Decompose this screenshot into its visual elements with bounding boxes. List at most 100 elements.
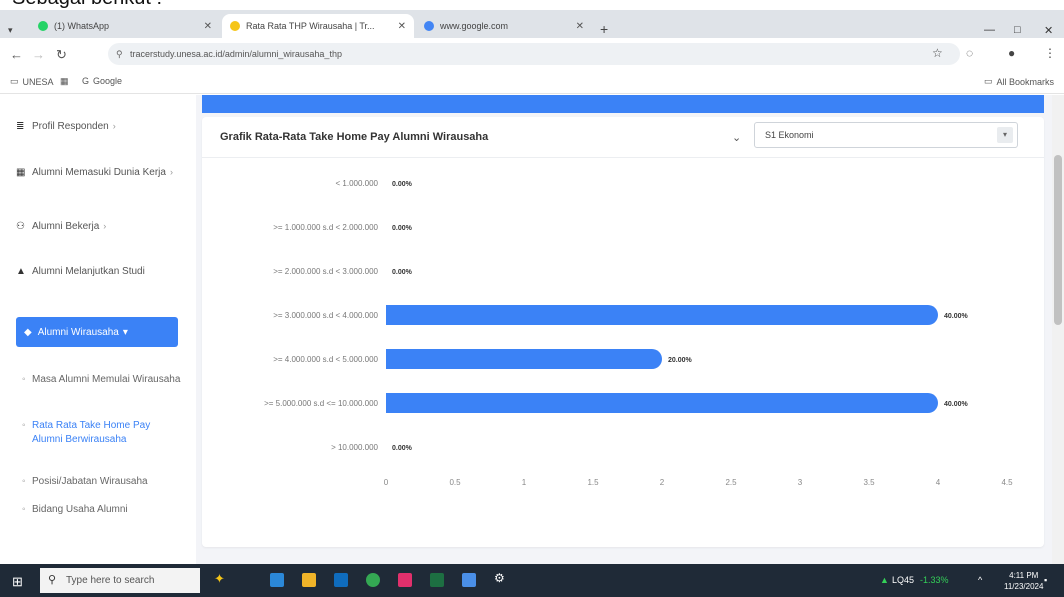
minimize-icon[interactable]: — <box>984 24 995 36</box>
extensions-icon[interactable]: ◌ <box>966 46 973 60</box>
scrollbar-thumb[interactable] <box>1054 155 1062 325</box>
tab-rata-rata-thp[interactable]: Rata Rata THP Wirausaha | Tr... ✕ <box>222 14 414 38</box>
chart-card: Grafik Rata-Rata Take Home Pay Alumni Wi… <box>202 117 1044 547</box>
star-icon[interactable]: ☆ <box>932 46 943 60</box>
tab-label: www.google.com <box>440 21 509 31</box>
reload-icon[interactable]: ↻ <box>56 47 67 63</box>
copilot-icon[interactable]: ✦ <box>214 571 228 586</box>
tab-label: Rata Rata THP Wirausaha | Tr... <box>246 21 375 31</box>
menu-icon[interactable]: ⋮ <box>1044 46 1056 60</box>
bar-base <box>386 393 406 413</box>
settings-icon[interactable]: ⚙ <box>494 571 508 585</box>
google-icon: G <box>82 76 90 86</box>
x-tick-label: 1.5 <box>587 478 599 487</box>
program-select[interactable]: S1 Ekonomi ▾ <box>754 122 1018 148</box>
subitem-label: Posisi/Jabatan Wirausaha <box>32 476 148 487</box>
chrome-icon[interactable] <box>366 573 380 587</box>
all-bookmarks[interactable]: ▭ All Bookmarks <box>984 76 1054 87</box>
caption-text: Sebagai berikut : <box>12 0 162 10</box>
stock-change: -1.33% <box>920 575 949 585</box>
sidebar-item-profil-responden[interactable]: ≣ Profil Responden › <box>16 119 182 134</box>
forward-icon[interactable]: → <box>32 47 45 62</box>
new-tab-icon[interactable]: + <box>600 21 608 37</box>
bar <box>386 305 938 325</box>
sidebar-subitem-bidang-usaha[interactable]: ◦ Bidang Usaha Alumni <box>22 503 182 517</box>
bar <box>386 349 662 369</box>
window-close-icon[interactable]: ✕ <box>1044 24 1053 37</box>
page-scrollbar[interactable] <box>1052 95 1064 564</box>
caption: Sebagai berikut : <box>0 0 1064 10</box>
sidebar-item-alumni-bekerja[interactable]: ⚇ Alumni Bekerja › <box>16 219 182 234</box>
excel-icon[interactable] <box>430 573 444 587</box>
chevron-down-icon[interactable]: ⌄ <box>732 131 741 144</box>
app-icon[interactable] <box>462 573 476 587</box>
sidebar-subitem-masa-alumni[interactable]: ◦ Masa Alumni Memulai Wirausaha <box>22 373 182 387</box>
category-label: >= 2.000.000 s.d < 3.000.000 <box>273 267 378 276</box>
close-icon[interactable]: ✕ <box>398 21 406 32</box>
file-explorer-icon[interactable] <box>302 573 316 587</box>
address-row: ← → ↻ ⚲ tracerstudy.unesa.ac.id/admin/al… <box>0 38 1064 70</box>
x-tick-label: 0.5 <box>449 478 461 487</box>
bookmark-unesa[interactable]: ▭ UNESA <box>10 76 54 87</box>
address-bar[interactable]: ⚲ tracerstudy.unesa.ac.id/admin/alumni_w… <box>108 43 960 65</box>
bookmark-google[interactable]: G Google <box>82 76 122 86</box>
chevron-right-icon: › <box>169 167 173 177</box>
horizontal-bar-chart: < 1.000.000 0.00% >= 1.000.000 s.d < 2.000… <box>264 179 1013 487</box>
bar-base <box>386 305 406 325</box>
sidebar-item-alumni-wirausaha[interactable]: ◆ Alumni Wirausaha ▾ <box>16 317 178 347</box>
sidebar-subitem-rata-rata-thp[interactable]: ◦ Rata Rata Take Home Pay Alumni Berwirau… <box>22 419 182 447</box>
bullet-icon: ◦ <box>22 476 26 487</box>
tab-whatsapp[interactable]: (1) WhatsApp ✕ <box>30 14 220 38</box>
edge-icon[interactable] <box>270 573 284 587</box>
search-placeholder: Type here to search <box>66 575 155 586</box>
sidebar-item-label: Profil Responden <box>32 121 109 132</box>
app-icon[interactable] <box>398 573 412 587</box>
profile-icon[interactable]: ● <box>1008 46 1015 60</box>
category-label: >= 4.000.000 s.d < 5.000.000 <box>273 355 378 364</box>
chevron-right-icon: › <box>112 121 116 131</box>
category-label: < 1.000.000 <box>336 179 379 188</box>
people-icon: ⚇ <box>16 221 25 232</box>
divider <box>202 157 1044 158</box>
taskbar-search[interactable]: ⚲ Type here to search <box>40 568 200 593</box>
bookmark-label: Google <box>93 76 123 86</box>
notification-icon[interactable]: ▪ <box>1044 575 1047 585</box>
bookmark-label: All Bookmarks <box>996 76 1055 87</box>
sidebar-item-label: Alumni Memasuki Dunia Kerja <box>32 167 166 178</box>
subitem-label: Masa Alumni Memulai Wirausaha <box>32 374 181 385</box>
apps-icon[interactable]: ▦ <box>60 76 69 87</box>
windows-start-icon[interactable]: ⊞ <box>12 574 23 590</box>
chevron-up-icon[interactable]: ^ <box>978 575 982 585</box>
x-tick-label: 3.5 <box>863 478 875 487</box>
taskbar-clock[interactable]: 4:11 PM 11/23/2024 <box>1004 570 1043 592</box>
sidebar-item-alumni-melanjutkan-studi[interactable]: ▲ Alumni Melanjutkan Studi <box>16 265 182 279</box>
back-icon[interactable]: ← <box>10 47 23 62</box>
bar-base <box>386 349 406 369</box>
maximize-icon[interactable]: □ <box>1014 24 1021 36</box>
sidebar-item-label: Alumni Wirausaha <box>37 326 119 338</box>
chevron-down-icon: ▾ <box>997 127 1013 143</box>
store-icon[interactable] <box>334 573 348 587</box>
card-title: Grafik Rata-Rata Take Home Pay Alumni Wi… <box>220 131 489 143</box>
stock-icon: ▲ <box>880 575 889 585</box>
page: ≣ Profil Responden › ▦ Alumni Memasuki Duni… <box>0 95 1064 564</box>
category-label: >= 3.000.000 s.d < 4.000.000 <box>273 311 378 320</box>
close-icon[interactable]: ✕ <box>204 21 212 32</box>
category-label: >= 5.000.000 s.d <= 10.000.000 <box>264 399 378 408</box>
tab-search-icon[interactable]: ▾ <box>8 25 13 36</box>
data-label: 0.00% <box>392 225 413 232</box>
close-icon[interactable]: ✕ <box>576 21 584 32</box>
url-text: tracerstudy.unesa.ac.id/admin/alumni_wir… <box>130 49 342 59</box>
bookmark-label: UNESA <box>22 76 54 87</box>
graduation-cap-icon: ▲ <box>16 266 26 277</box>
subitem-label: Bidang Usaha Alumni <box>32 504 128 515</box>
stock-label[interactable]: LQ45 <box>892 575 914 585</box>
sidebar-subitem-posisi-jabatan[interactable]: ◦ Posisi/Jabatan Wirausaha <box>22 475 182 489</box>
x-tick-label: 1 <box>522 478 527 487</box>
sidebar-item-alumni-memasuki-dunia-kerja[interactable]: ▦ Alumni Memasuki Dunia Kerja › <box>16 165 182 180</box>
x-tick-label: 3 <box>798 478 803 487</box>
site-info-icon[interactable]: ⚲ <box>116 43 123 65</box>
data-label: 40.00% <box>944 313 969 320</box>
briefcase-icon: ◆ <box>24 326 32 338</box>
tab-google[interactable]: www.google.com ✕ <box>416 14 592 38</box>
